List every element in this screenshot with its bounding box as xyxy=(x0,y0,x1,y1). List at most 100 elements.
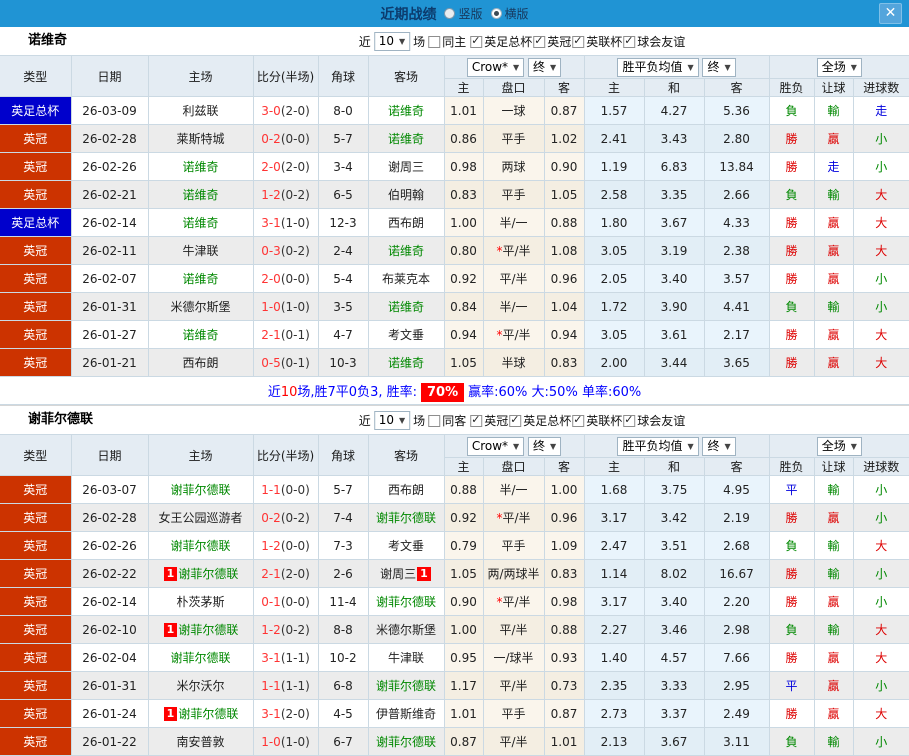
league-filter[interactable]: 英足总杯 xyxy=(509,413,571,428)
away-team-name: 牛津联 xyxy=(387,651,424,665)
scope-group-header: 全场 ▼ xyxy=(768,55,909,79)
avg-draw-odds: 3.19 xyxy=(660,243,688,258)
league-filter[interactable]: 英冠 xyxy=(470,413,508,428)
fulltime-score: 0-1 xyxy=(261,594,281,609)
away-odds: 1.00 xyxy=(550,482,578,497)
subcol-result: 胜负 xyxy=(768,457,815,476)
home-team-cell: 诺维奇 xyxy=(147,208,254,237)
league-filter[interactable]: 球会友谊 xyxy=(623,413,685,428)
avg-time-select[interactable]: 终 ▼ xyxy=(702,436,736,456)
layout-vertical-option[interactable]: 竖版 xyxy=(444,5,483,22)
checkbox-unchecked-icon[interactable] xyxy=(428,35,441,48)
checkbox-checked-icon[interactable] xyxy=(623,34,636,48)
goals-result-value: 小 xyxy=(875,160,888,174)
layout-horizontal-option[interactable]: 横版 xyxy=(490,5,529,22)
checkbox-unchecked-icon[interactable] xyxy=(428,414,441,427)
bookmaker-select[interactable]: Crow* ▼ xyxy=(466,436,525,456)
checkbox-checked-icon[interactable] xyxy=(509,413,522,427)
corners-cell: 4-7 xyxy=(317,320,369,349)
league-cell: 英冠 xyxy=(0,264,72,293)
result-cell: 勝 xyxy=(768,559,815,588)
scope-select[interactable]: 全场 ▼ xyxy=(816,57,862,77)
league-filter[interactable]: 英联杯 xyxy=(572,413,622,428)
radio-unselected-icon[interactable] xyxy=(444,8,456,19)
league-badge: 英冠 xyxy=(23,539,48,553)
handicap-cell: *平/半 xyxy=(482,320,545,349)
matches-body: 英冠 26-03-07 谢菲尔德联 1-1(0-0) 5-7 西布朗 0.88 半/一 1.00… xyxy=(0,475,909,756)
handicap-result-value: 贏 xyxy=(827,216,840,230)
home-team-cell: 诺维奇 xyxy=(147,264,254,293)
corners-value: 2-6 xyxy=(333,566,353,581)
avg-away-odds: 2.80 xyxy=(723,131,750,146)
match-count-select[interactable]: 10 ▼ xyxy=(373,410,411,430)
league-filter[interactable]: 英足总杯 xyxy=(470,34,532,49)
home-team-cell: 米尔沃尔 xyxy=(147,671,254,700)
handicap-result-value: 輸 xyxy=(827,539,840,553)
league-filter[interactable]: 英冠 xyxy=(533,34,571,49)
odds-time-select[interactable]: 终 ▼ xyxy=(528,436,562,456)
avg-draw-cell: 3.51 xyxy=(643,531,705,560)
checkbox-checked-icon[interactable] xyxy=(572,34,585,48)
bookmaker-select[interactable]: Crow* ▼ xyxy=(466,57,525,77)
handicap-result-cell: 輸 xyxy=(813,727,854,756)
result-cell: 負 xyxy=(768,531,815,560)
score-cell: 1-2(0-2) xyxy=(252,180,319,209)
chevron-down-icon: ▼ xyxy=(687,441,694,451)
avg-draw-odds: 3.67 xyxy=(660,734,688,749)
home-team-cell: 南安普敦 xyxy=(147,727,254,756)
avg-type-select[interactable]: 胜平负均值 ▼ xyxy=(617,57,699,77)
league-cell: 英冠 xyxy=(0,699,72,728)
league-filter[interactable]: 球会友谊 xyxy=(623,34,685,49)
checkbox-checked-icon[interactable] xyxy=(533,34,546,48)
corners-cell: 8-8 xyxy=(317,615,369,644)
avg-time-select[interactable]: 终 ▼ xyxy=(702,57,736,77)
goals-result-value: 大 xyxy=(875,216,888,230)
away-team-cell: 谢菲尔德联 xyxy=(367,671,445,700)
home-team-cell: 谢菲尔德联 xyxy=(147,475,254,504)
home-odds: 1.00 xyxy=(450,215,477,230)
away-odds: 0.96 xyxy=(550,271,578,286)
match-row: 英冠 26-02-14 朴茨茅斯 0-1(0-0) 11-4 谢菲尔德联 0.90 *平/半 0… xyxy=(0,587,909,616)
handicap-result-cell: 贏 xyxy=(813,643,854,672)
handicap-line: 平手 xyxy=(501,707,526,721)
avg-type-select[interactable]: 胜平负均值 ▼ xyxy=(617,436,699,456)
checkbox-checked-icon[interactable] xyxy=(572,413,585,427)
avg-home-odds: 1.19 xyxy=(600,159,628,174)
league-filter[interactable]: 英联杯 xyxy=(572,34,622,49)
home-odds: 1.00 xyxy=(450,622,477,637)
corners-value: 4-5 xyxy=(333,706,353,721)
checkbox-checked-icon[interactable] xyxy=(470,413,483,427)
score-cell: 2-0(2-0) xyxy=(252,152,319,181)
handicap-line: 两/两球半 xyxy=(487,567,540,581)
date-cell: 26-03-09 xyxy=(70,96,149,125)
section-header: 谢菲尔德联 近 10▼ 场 同客 英冠英足总杯英联杯球会友谊 xyxy=(0,406,909,434)
checkbox-checked-icon[interactable] xyxy=(623,413,636,427)
radio-selected-icon[interactable] xyxy=(490,8,502,19)
handicap-result-cell: 贏 xyxy=(813,236,854,265)
away-odds-cell: 0.94 xyxy=(543,320,585,349)
away-odds: 1.05 xyxy=(550,187,578,202)
goals-result-value: 小 xyxy=(875,272,888,286)
subcol-odds-away: 客 xyxy=(543,457,585,476)
match-count-select[interactable]: 10 ▼ xyxy=(373,31,411,51)
goals-result-cell: 小 xyxy=(852,727,909,756)
date-cell: 26-02-22 xyxy=(70,559,149,588)
away-odds-cell: 0.98 xyxy=(543,587,585,616)
same-venue-filter[interactable]: 同主 xyxy=(428,33,466,50)
checkbox-checked-icon[interactable] xyxy=(470,34,483,48)
handicap-result-cell: 輸 xyxy=(813,559,854,588)
result-value: 勝 xyxy=(785,132,798,146)
handicap-line: 平手 xyxy=(501,539,526,553)
date-cell: 26-02-28 xyxy=(70,503,149,532)
home-odds-cell: 1.00 xyxy=(443,615,484,644)
corners-cell: 7-4 xyxy=(317,503,369,532)
summary-row: 近10场,胜7平0负3, 胜率: 70% 赢率:60% 大:50% 单率:60% xyxy=(0,376,909,405)
column-header-away: 客场 xyxy=(367,55,445,97)
scope-select[interactable]: 全场 ▼ xyxy=(816,436,862,456)
home-team-name: 诺维奇 xyxy=(182,188,219,202)
close-icon[interactable]: ✕ xyxy=(879,3,902,24)
home-odds-cell: 1.00 xyxy=(443,208,484,237)
odds-time-select[interactable]: 终 ▼ xyxy=(528,57,562,77)
avg-draw-cell: 3.90 xyxy=(643,292,705,321)
same-venue-filter[interactable]: 同客 xyxy=(428,412,466,429)
